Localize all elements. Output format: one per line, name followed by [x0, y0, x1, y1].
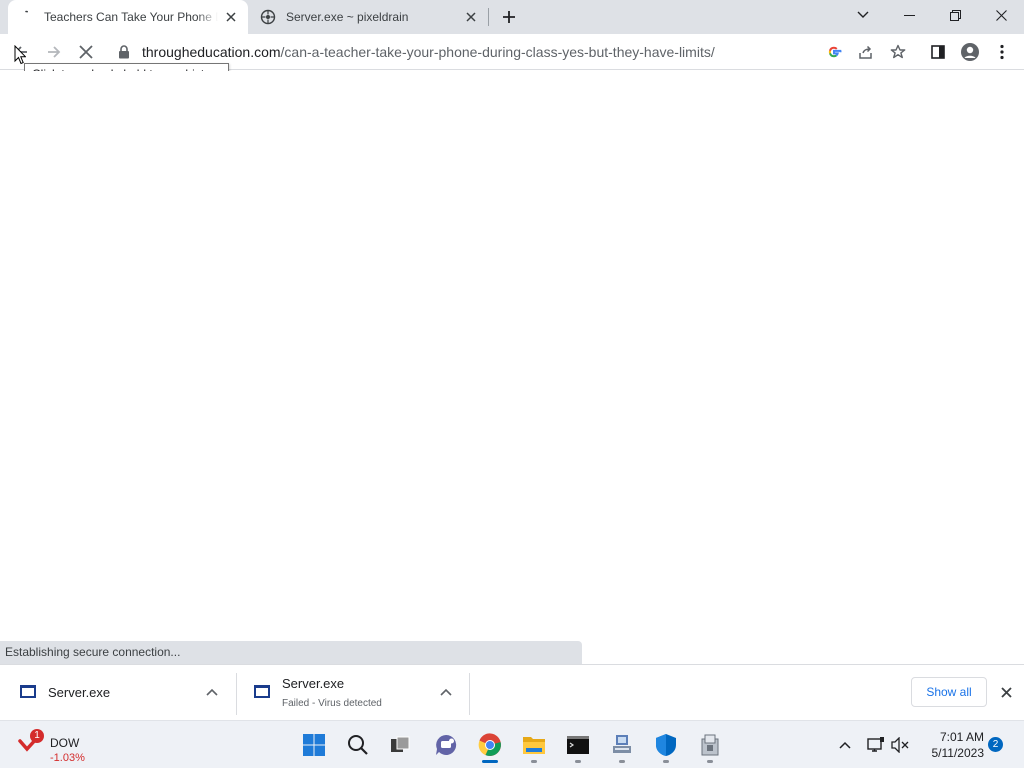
- clock-time: 7:01 AM: [939, 730, 984, 744]
- tab-title: Teachers Can Take Your Phone During Clas…: [44, 10, 218, 24]
- avatar-icon: [961, 43, 979, 61]
- status-bubble: Establishing secure connection...: [0, 641, 582, 664]
- download-filename: Server.exe: [282, 676, 345, 691]
- folder-icon: [523, 737, 545, 754]
- file-icon: [20, 685, 36, 698]
- bookmark-button[interactable]: [884, 38, 912, 66]
- shield-icon: [656, 734, 676, 756]
- menu-button[interactable]: [988, 38, 1016, 66]
- installer-icon: [701, 734, 719, 756]
- mouse-cursor-icon: [14, 45, 26, 65]
- download-item[interactable]: Server.exe Failed - Virus detected: [236, 665, 469, 720]
- plus-icon: [503, 11, 515, 23]
- running-indicator: [707, 760, 713, 763]
- windows-taskbar: 1 DOW -1.03% 7:01 AM 5/11/2023 2: [0, 720, 1024, 768]
- chevron-up-icon[interactable]: [437, 683, 455, 701]
- tab-pixeldrain[interactable]: Server.exe ~ pixeldrain: [250, 0, 488, 34]
- download-divider: [469, 673, 470, 715]
- running-indicator: [663, 760, 669, 763]
- tab-title: Server.exe ~ pixeldrain: [286, 10, 409, 24]
- file-explorer-button[interactable]: [518, 729, 550, 763]
- file-icon: [254, 685, 270, 698]
- start-button[interactable]: [298, 729, 330, 761]
- chevron-up-icon: [839, 741, 851, 749]
- task-view-icon: [391, 736, 410, 752]
- restore-button[interactable]: [932, 0, 978, 30]
- computer-network-icon: [613, 735, 631, 753]
- chevron-up-icon[interactable]: [203, 683, 221, 701]
- clock-date: 5/11/2023: [931, 746, 985, 760]
- running-indicator: [482, 760, 498, 763]
- network-app-button[interactable]: [606, 729, 638, 763]
- widget-badge: 1: [30, 729, 44, 743]
- windows-logo-icon: [303, 734, 325, 756]
- ethernet-icon: [867, 737, 884, 752]
- minimize-button[interactable]: [886, 0, 932, 30]
- tab-search-button[interactable]: [840, 0, 886, 30]
- minimize-icon: [903, 14, 915, 16]
- download-filename: Server.exe: [48, 685, 111, 700]
- url-path: /can-a-teacher-take-your-phone-during-cl…: [280, 44, 715, 60]
- taskbar-clock[interactable]: 7:01 AM 5/11/2023: [922, 729, 985, 761]
- teams-chat-button[interactable]: [430, 729, 462, 761]
- tab-close-icon[interactable]: [222, 8, 240, 26]
- download-item[interactable]: Server.exe: [0, 665, 236, 720]
- ticker-symbol: DOW: [50, 736, 80, 750]
- url-text[interactable]: througheducation.com/can-a-teacher-take-…: [142, 44, 715, 60]
- loading-spinner-icon: [18, 9, 34, 25]
- close-icon: [1000, 686, 1012, 698]
- stop-loading-button[interactable]: [72, 38, 100, 66]
- windows-security-button[interactable]: [650, 729, 682, 763]
- star-icon: [890, 44, 906, 59]
- side-panel-button[interactable]: [924, 38, 952, 66]
- terminal-icon: [567, 736, 589, 754]
- lock-icon[interactable]: [118, 45, 130, 59]
- ticker-change: -1.03%: [50, 752, 85, 764]
- arrow-right-icon: [48, 46, 61, 58]
- close-shelf-button[interactable]: [996, 682, 1016, 702]
- installer-app-button[interactable]: [694, 729, 726, 763]
- profile-button[interactable]: [956, 38, 984, 66]
- forward-button[interactable]: [40, 38, 68, 66]
- chevron-down-icon: [857, 11, 869, 18]
- search-button[interactable]: [342, 729, 374, 761]
- pixeldrain-icon: [260, 9, 276, 25]
- restore-icon: [949, 9, 961, 21]
- notification-badge[interactable]: 2: [988, 737, 1003, 752]
- page-content-area: [0, 71, 1024, 664]
- kebab-menu-icon: [1000, 44, 1004, 60]
- show-all-button[interactable]: Show all: [911, 677, 987, 707]
- chat-icon: [436, 734, 457, 755]
- share-icon: [859, 45, 872, 59]
- search-icon: [348, 735, 368, 755]
- running-indicator: [575, 760, 581, 763]
- download-shelf: Server.exe Server.exe Failed - Virus det…: [0, 664, 1024, 720]
- volume-button[interactable]: [890, 735, 910, 755]
- chrome-taskbar-button[interactable]: [474, 729, 506, 763]
- chrome-icon: [478, 733, 501, 756]
- url-domain: througheducation.com: [142, 44, 281, 60]
- tab-divider: [488, 8, 489, 26]
- task-view-button[interactable]: [384, 729, 416, 761]
- google-icon: [828, 46, 842, 58]
- google-lens-button[interactable]: [820, 38, 848, 66]
- running-indicator: [619, 760, 625, 763]
- show-hidden-icons-button[interactable]: [835, 735, 855, 755]
- speaker-muted-icon: [891, 737, 909, 753]
- tab-strip: Teachers Can Take Your Phone During Clas…: [0, 0, 1024, 34]
- download-status: Failed - Virus detected: [282, 698, 382, 709]
- close-icon: [995, 9, 1007, 21]
- side-panel-icon: [931, 45, 945, 59]
- new-tab-button[interactable]: [498, 6, 520, 28]
- close-icon: [79, 45, 93, 59]
- tab-teachers-phone[interactable]: Teachers Can Take Your Phone During Clas…: [8, 0, 248, 34]
- running-indicator: [531, 760, 537, 763]
- share-button[interactable]: [852, 38, 880, 66]
- stocks-widget[interactable]: 1 DOW -1.03%: [16, 727, 106, 764]
- tab-close-icon[interactable]: [462, 8, 480, 26]
- network-status-button[interactable]: [866, 735, 886, 755]
- close-window-button[interactable]: [978, 0, 1024, 30]
- terminal-button[interactable]: [562, 729, 594, 763]
